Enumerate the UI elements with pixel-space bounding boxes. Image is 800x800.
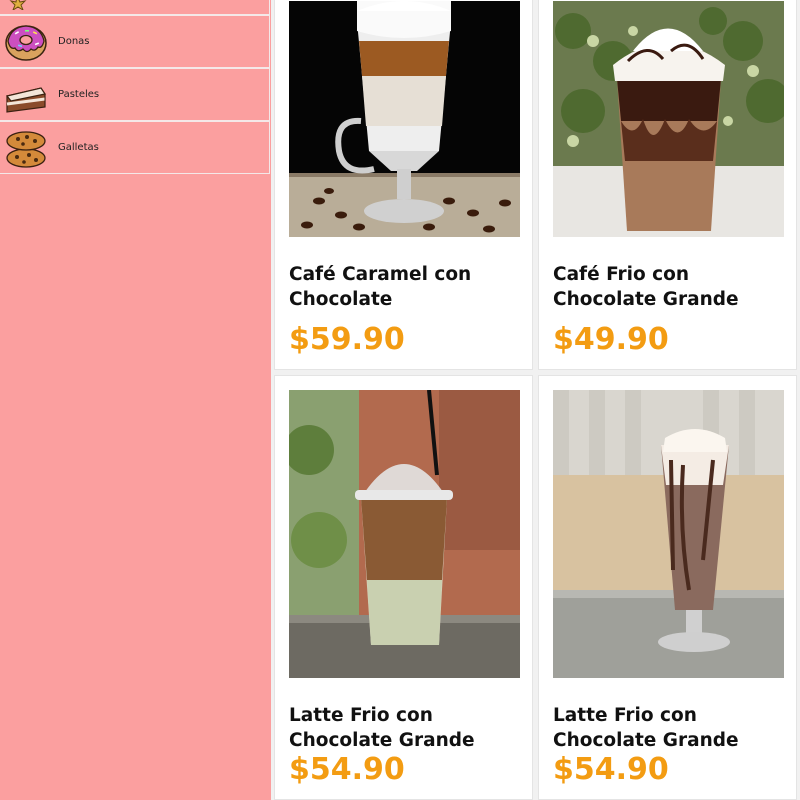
product-price: $54.90 [289,752,405,787]
product-grid: Café Caramel con Chocolate $59.90 Café F… [271,0,800,800]
product-price: $54.90 [553,752,669,787]
product-price: $49.90 [553,322,669,357]
sidebar-item-donas[interactable]: Donas [0,15,270,68]
cookies-icon [5,127,47,169]
sidebar-item-label: Donas [58,36,90,47]
product-price: $59.90 [289,322,405,357]
iced-chocolate-frappe-cup-photo [553,1,784,237]
category-sidebar: Donas Pasteles Galletas [0,0,271,800]
cake-slice-icon [5,74,47,116]
sidebar-item-galletas[interactable]: Galletas [0,121,270,174]
sidebar-item-label: Galletas [58,142,99,153]
product-card[interactable]: Latte Frio con Chocolate Grande $54.90 [274,375,533,800]
product-card[interactable]: Café Frio con Chocolate Grande $49.90 [538,0,797,370]
product-name: Latte Frio con Chocolate Grande [289,705,475,751]
product-card[interactable]: Café Caramel con Chocolate $59.90 [274,0,533,370]
layered-caramel-latte-glass-photo [289,1,520,237]
sidebar-item-pasteles[interactable]: Pasteles [0,68,270,121]
iced-latte-domed-cup-photo [289,390,520,678]
product-name: Café Frio con Chocolate Grande [553,264,739,310]
sidebar-item-label: Pasteles [58,89,100,100]
product-card[interactable]: Latte Frio con Chocolate Grande $54.90 [538,375,797,800]
sidebar-item-top[interactable] [0,0,270,15]
star-icon [5,0,47,11]
product-name: Café Caramel con Chocolate [289,264,472,310]
donut-icon [5,21,47,63]
chocolate-milkshake-tall-glass-photo [553,390,784,678]
product-name: Latte Frio con Chocolate Grande [553,705,739,751]
